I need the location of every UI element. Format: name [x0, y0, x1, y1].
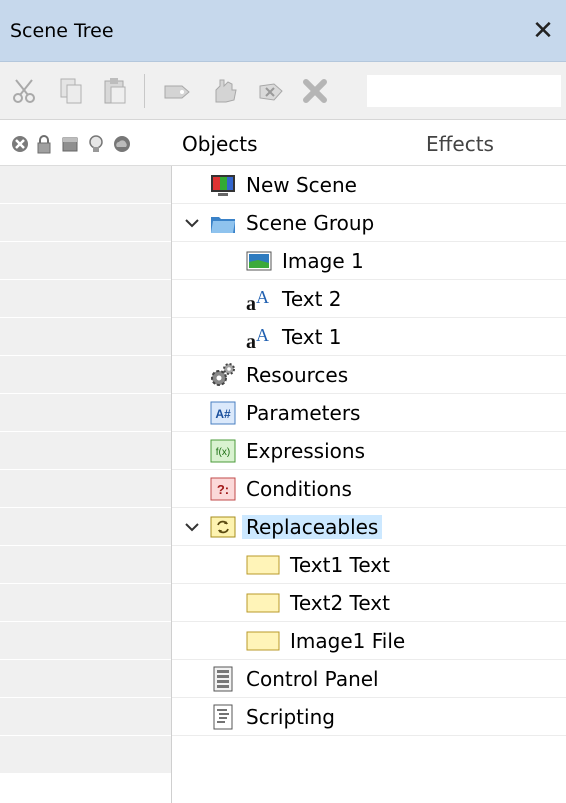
panel-title: Scene Tree — [10, 20, 114, 42]
copy-icon[interactable] — [56, 76, 86, 106]
property-row[interactable] — [0, 698, 171, 736]
conditions-icon: ?: — [210, 476, 236, 502]
scene-tree: New Scene Scene Group Image 1 a A Text 2 a A Tex… — [172, 166, 566, 803]
lock-icon[interactable] — [34, 134, 54, 154]
tree-item-label: Resources — [246, 363, 349, 387]
tree-row[interactable]: f(x) Expressions — [172, 432, 566, 470]
expand-chevron-icon[interactable] — [182, 517, 202, 537]
scripting-icon — [210, 704, 236, 730]
tree-item-label: Conditions — [246, 477, 352, 501]
tree-row[interactable]: Text1 Text — [172, 546, 566, 584]
tree-row[interactable]: Image1 File — [172, 622, 566, 660]
property-row[interactable] — [0, 470, 171, 508]
tree-row[interactable]: ?: Conditions — [172, 470, 566, 508]
cut-icon[interactable] — [10, 76, 40, 106]
delete-icon[interactable] — [300, 76, 330, 106]
property-row[interactable] — [0, 242, 171, 280]
tree-item-label: Text 1 — [282, 325, 342, 349]
tree-item-label: Image 1 — [282, 249, 364, 273]
tree-row[interactable]: a A Text 1 — [172, 318, 566, 356]
toolbar-separator — [144, 74, 145, 108]
svg-text:A#: A# — [215, 407, 231, 421]
svg-text:A: A — [256, 325, 269, 345]
property-row[interactable] — [0, 584, 171, 622]
light-bulb-icon[interactable] — [86, 134, 106, 154]
tree-row[interactable]: a A Text 2 — [172, 280, 566, 318]
expressions-icon: f(x) — [210, 438, 236, 464]
gears-icon — [210, 362, 236, 388]
tag-icon[interactable] — [162, 76, 192, 106]
toolbar — [0, 62, 566, 120]
tree-row[interactable]: Image 1 — [172, 242, 566, 280]
property-row[interactable] — [0, 280, 171, 318]
replaceable-item-icon — [246, 552, 280, 578]
property-row[interactable] — [0, 394, 171, 432]
tree-row[interactable]: Scripting — [172, 698, 566, 736]
search-input[interactable] — [366, 74, 562, 108]
close-icon[interactable]: ✕ — [526, 14, 560, 48]
tree-item-label: Scene Group — [246, 211, 375, 235]
property-row[interactable] — [0, 660, 171, 698]
folder-icon — [210, 210, 236, 236]
cloud-icon[interactable] — [112, 134, 132, 154]
property-column — [0, 166, 172, 803]
expand-chevron-icon[interactable] — [182, 213, 202, 233]
replaceables-icon — [210, 514, 236, 540]
text-icon: aA — [246, 286, 272, 315]
panel-titlebar: Scene Tree ✕ — [0, 0, 566, 62]
tree-row[interactable]: New Scene — [172, 166, 566, 204]
tree-item-label: Control Panel — [246, 667, 379, 691]
property-row[interactable] — [0, 356, 171, 394]
tree-item-label: Scripting — [246, 705, 335, 729]
tree-header: Objects Effects — [0, 120, 566, 166]
property-row[interactable] — [0, 204, 171, 242]
objects-column-header[interactable]: Objects — [182, 132, 258, 156]
property-row[interactable] — [0, 622, 171, 660]
tree-row[interactable]: Scene Group — [172, 204, 566, 242]
tree-item-label: Expressions — [246, 439, 365, 463]
property-row[interactable] — [0, 318, 171, 356]
layer-icon[interactable] — [60, 134, 80, 154]
svg-text:a: a — [246, 293, 256, 312]
property-row[interactable] — [0, 166, 171, 204]
tree-row[interactable]: Resources — [172, 356, 566, 394]
svg-text:A: A — [256, 287, 269, 307]
svg-text:a: a — [246, 331, 256, 350]
property-row[interactable] — [0, 432, 171, 470]
paste-icon[interactable] — [100, 76, 130, 106]
tree-item-label: New Scene — [246, 173, 357, 197]
replaceable-item-icon — [246, 628, 280, 654]
property-row[interactable] — [0, 736, 171, 774]
tree-item-label: Image1 File — [290, 629, 406, 653]
replaceable-item-icon — [246, 590, 280, 616]
scene-icon — [210, 172, 236, 198]
tree-item-label: Text2 Text — [290, 591, 390, 615]
tree-item-label: Replaceables — [242, 515, 383, 539]
control-panel-icon — [210, 666, 236, 692]
tree-item-label: Parameters — [246, 401, 361, 425]
effects-column-header[interactable]: Effects — [426, 132, 494, 156]
svg-text:?:: ?: — [217, 482, 229, 497]
property-row[interactable] — [0, 546, 171, 584]
tree-row[interactable]: Control Panel — [172, 660, 566, 698]
image-icon — [246, 248, 272, 274]
tree-row[interactable]: Replaceables — [172, 508, 566, 546]
parameters-icon: A# — [210, 400, 236, 426]
hand-icon[interactable] — [210, 76, 240, 106]
property-row[interactable] — [0, 508, 171, 546]
svg-text:f(x): f(x) — [216, 447, 230, 458]
text-icon: aA — [246, 324, 272, 353]
disable-icon[interactable] — [10, 134, 30, 154]
tree-item-label: Text 2 — [282, 287, 342, 311]
tree-row[interactable]: Text2 Text — [172, 584, 566, 622]
tree-item-label: Text1 Text — [290, 553, 390, 577]
delete-tag-icon[interactable] — [256, 76, 286, 106]
tree-row[interactable]: A# Parameters — [172, 394, 566, 432]
